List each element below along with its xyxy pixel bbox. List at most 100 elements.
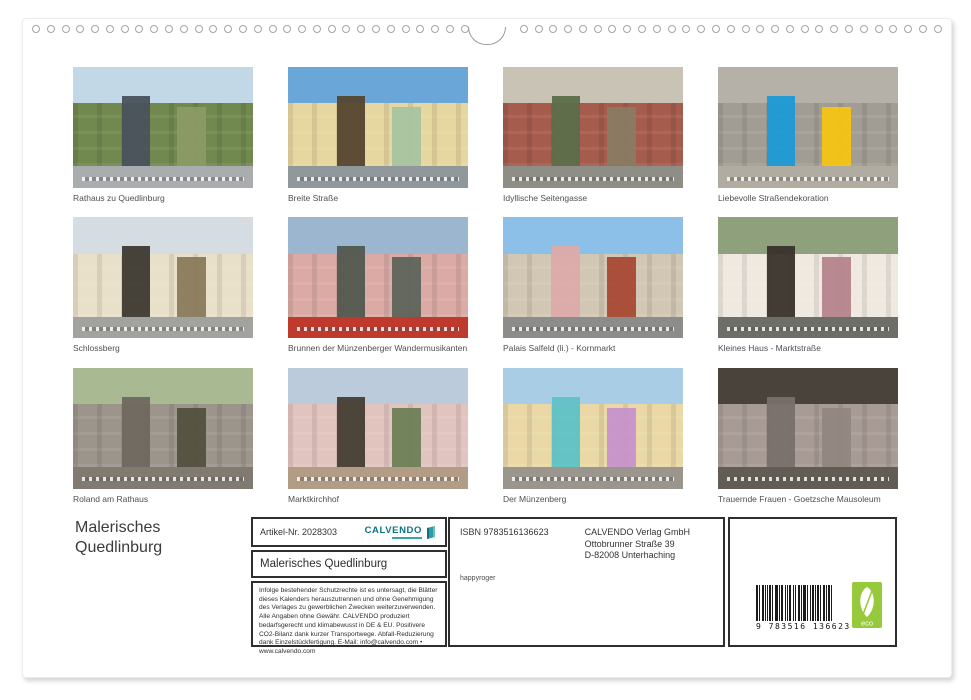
gallery-item: Kleines Haus - Marktstraße bbox=[718, 217, 898, 353]
photo-building-region bbox=[73, 404, 253, 467]
legal-text: Infolge bestehender Schutzrechte ist es … bbox=[259, 587, 438, 655]
binding-hole bbox=[697, 25, 705, 33]
binding-hole bbox=[446, 25, 454, 33]
author-name: happyroger bbox=[460, 575, 713, 582]
photo-caption: Der Münzenberg bbox=[503, 495, 683, 504]
hanger-notch bbox=[468, 27, 506, 45]
photo-building-region bbox=[718, 254, 898, 317]
binding-hole bbox=[608, 25, 616, 33]
binding-hole bbox=[269, 25, 277, 33]
photo-thumbnail bbox=[288, 368, 468, 489]
gallery-item: Idyllische Seitengasse bbox=[503, 67, 683, 203]
binding-hole bbox=[771, 25, 779, 33]
binding-hole bbox=[638, 25, 646, 33]
binding-hole bbox=[76, 25, 84, 33]
binding-hole bbox=[298, 25, 306, 33]
photo-sky-region bbox=[503, 368, 683, 407]
photo-sky-region bbox=[73, 217, 253, 256]
photo-sky-region bbox=[288, 368, 468, 407]
calvendo-book-icon bbox=[425, 525, 438, 539]
photo-sky-region bbox=[503, 67, 683, 106]
binding-hole bbox=[712, 25, 720, 33]
binding-hole bbox=[653, 25, 661, 33]
product-title-box: Malerisches Quedlinburg bbox=[251, 550, 447, 578]
binding-hole bbox=[579, 25, 587, 33]
gallery-item: Brunnen der Münzenberger Wandermusikante… bbox=[288, 217, 468, 353]
photo-accent-1 bbox=[337, 397, 366, 467]
photo-accent-2 bbox=[392, 408, 421, 467]
photo-thumbnail bbox=[73, 368, 253, 489]
binding-hole bbox=[121, 25, 129, 33]
photo-thumbnail bbox=[503, 67, 683, 188]
photo-sky-region bbox=[503, 217, 683, 256]
photo-accent-2 bbox=[177, 408, 206, 467]
photo-building-region bbox=[73, 254, 253, 317]
photo-building-region bbox=[73, 103, 253, 166]
binding-hole bbox=[594, 25, 602, 33]
photo-accent-2 bbox=[822, 408, 851, 467]
photo-thumbnail bbox=[718, 67, 898, 188]
eco-logo: eco bbox=[852, 582, 882, 628]
photo-building-region bbox=[288, 103, 468, 166]
photo-building-region bbox=[288, 404, 468, 467]
photo-accent-2 bbox=[607, 107, 636, 166]
photo-thumbnail bbox=[718, 368, 898, 489]
binding-hole bbox=[889, 25, 897, 33]
photo-accent-1 bbox=[122, 96, 151, 166]
binding-hole bbox=[919, 25, 927, 33]
binding-hole bbox=[180, 25, 188, 33]
photo-accent-1 bbox=[552, 397, 581, 467]
photo-date-strip bbox=[297, 477, 459, 481]
page-title: Malerisches Quedlinburg bbox=[75, 518, 162, 558]
publisher-box: ISBN 9783516136623 CALVENDO Verlag GmbH … bbox=[448, 517, 725, 647]
gallery-item: Breite Straße bbox=[288, 67, 468, 203]
binding-hole bbox=[742, 25, 750, 33]
photo-accent-2 bbox=[822, 107, 851, 166]
photo-sky-region bbox=[73, 368, 253, 407]
photo-date-strip bbox=[297, 327, 459, 331]
binding-hole bbox=[727, 25, 735, 33]
photo-sky-region bbox=[718, 368, 898, 407]
binding-hole bbox=[786, 25, 794, 33]
gallery-item: Marktkirchhof bbox=[288, 368, 468, 504]
binding-hole bbox=[283, 25, 291, 33]
binding-hole bbox=[47, 25, 55, 33]
page-title-line1: Malerisches bbox=[75, 518, 162, 538]
photo-building-region bbox=[503, 254, 683, 317]
binding-hole bbox=[328, 25, 336, 33]
photo-date-strip bbox=[512, 327, 674, 331]
gallery-item: Trauernde Frauen - Goetzsche Mausoleum bbox=[718, 368, 898, 504]
photo-caption: Brunnen der Münzenberger Wandermusikante… bbox=[288, 344, 468, 353]
calvendo-tagline-bar bbox=[392, 537, 422, 539]
gallery-item: Schlossberg bbox=[73, 217, 253, 353]
photo-accent-2 bbox=[607, 257, 636, 316]
photo-caption: Schlossberg bbox=[73, 344, 253, 353]
photo-caption: Kleines Haus - Marktstraße bbox=[718, 344, 898, 353]
photo-accent-2 bbox=[392, 257, 421, 316]
binding-hole bbox=[564, 25, 572, 33]
isbn-number: ISBN 9783516136623 bbox=[460, 527, 549, 562]
gallery-grid: Rathaus zu Quedlinburg Breite Straße Idy… bbox=[73, 67, 898, 504]
binding-hole bbox=[150, 25, 158, 33]
page-title-line2: Quedlinburg bbox=[75, 538, 162, 558]
photo-building-region bbox=[718, 103, 898, 166]
photo-date-strip bbox=[82, 327, 244, 331]
photo-thumbnail bbox=[718, 217, 898, 338]
binding-hole bbox=[549, 25, 557, 33]
photo-sky-region bbox=[288, 67, 468, 106]
photo-accent-1 bbox=[552, 246, 581, 316]
photo-thumbnail bbox=[288, 67, 468, 188]
photo-thumbnail bbox=[503, 368, 683, 489]
photo-building-region bbox=[718, 404, 898, 467]
binding-hole bbox=[387, 25, 395, 33]
photo-building-region bbox=[288, 254, 468, 317]
binding-hole bbox=[934, 25, 942, 33]
binding-hole bbox=[520, 25, 528, 33]
binding-hole bbox=[32, 25, 40, 33]
publisher-city: D-82008 Unterhaching bbox=[585, 550, 690, 562]
article-number: Artikel-Nr. 2028303 bbox=[260, 527, 337, 537]
photo-accent-1 bbox=[767, 397, 796, 467]
gallery-item: Der Münzenberg bbox=[503, 368, 683, 504]
photo-accent-1 bbox=[337, 96, 366, 166]
photo-caption: Trauernde Frauen - Goetzsche Mausoleum bbox=[718, 495, 898, 504]
